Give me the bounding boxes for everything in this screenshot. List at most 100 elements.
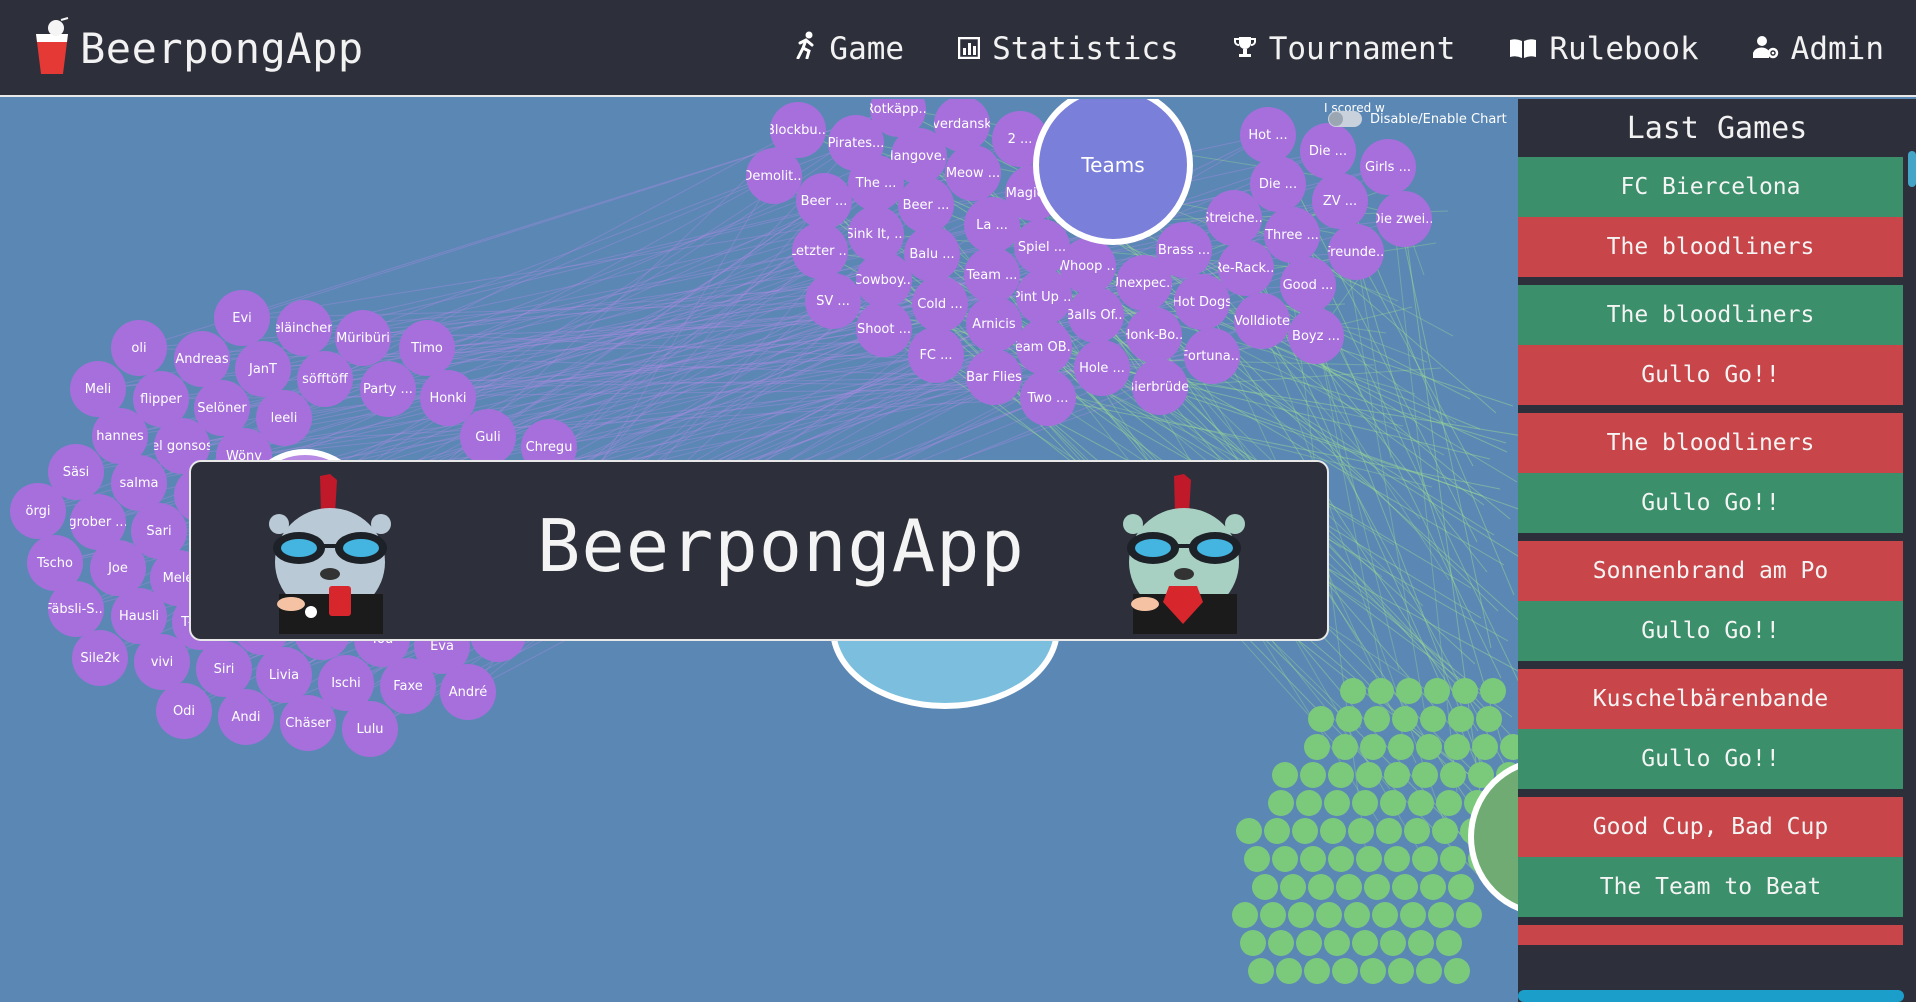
team-node[interactable]: Bierbrüder: [1132, 359, 1188, 415]
game-node[interactable]: [1324, 930, 1350, 956]
game-loser[interactable]: Sonnenbrand am Po: [1518, 541, 1903, 601]
game-entry[interactable]: The bloodliners Gullo Go!!: [1518, 285, 1903, 405]
game-node[interactable]: [1352, 790, 1378, 816]
game-node[interactable]: [1380, 790, 1406, 816]
game-node[interactable]: [1352, 930, 1378, 956]
game-node[interactable]: [1436, 930, 1462, 956]
game-node[interactable]: [1384, 762, 1410, 788]
game-node[interactable]: [1408, 930, 1434, 956]
game-node[interactable]: [1324, 790, 1350, 816]
game-node[interactable]: [1392, 874, 1418, 900]
game-node[interactable]: [1360, 734, 1386, 760]
game-node[interactable]: [1264, 818, 1290, 844]
game-node[interactable]: [1316, 902, 1342, 928]
game-node[interactable]: [1436, 790, 1462, 816]
team-node[interactable]: Die ...: [1300, 123, 1356, 179]
game-entry[interactable]: FC Biercelona The bloodliners: [1518, 157, 1903, 277]
sidebar-scroll-thumb[interactable]: [1908, 151, 1916, 187]
game-node[interactable]: [1440, 762, 1466, 788]
game-node[interactable]: [1336, 706, 1362, 732]
game-node[interactable]: [1440, 846, 1466, 872]
player-node[interactable]: Party ...: [360, 361, 416, 417]
game-node[interactable]: [1332, 734, 1358, 760]
game-node[interactable]: [1444, 958, 1470, 984]
game-entry[interactable]: [1518, 925, 1903, 945]
team-node[interactable]: Beer ...: [796, 173, 852, 229]
game-node[interactable]: [1232, 902, 1258, 928]
game-node[interactable]: [1268, 930, 1294, 956]
game-node[interactable]: [1392, 706, 1418, 732]
team-node[interactable]: Cowboy...: [856, 252, 912, 308]
game-node[interactable]: [1252, 874, 1278, 900]
game-node[interactable]: [1452, 678, 1478, 704]
game-node[interactable]: [1432, 818, 1458, 844]
chart-toggle[interactable]: Disable/Enable Chart: [1328, 111, 1507, 127]
game-node[interactable]: [1236, 818, 1262, 844]
team-node[interactable]: ZV ...: [1312, 173, 1368, 229]
game-loser[interactable]: The bloodliners: [1518, 217, 1903, 277]
player-node[interactable]: Odi: [156, 683, 212, 739]
team-node[interactable]: Honk-Bo...: [1126, 307, 1182, 363]
game-loser[interactable]: [1518, 925, 1903, 945]
game-node[interactable]: [1376, 818, 1402, 844]
team-node[interactable]: Arnicis: [966, 296, 1022, 352]
game-winner[interactable]: Gullo Go!!: [1518, 729, 1903, 789]
game-node[interactable]: [1400, 902, 1426, 928]
game-node[interactable]: [1272, 846, 1298, 872]
player-node[interactable]: vivi: [134, 634, 190, 690]
game-node[interactable]: [1356, 846, 1382, 872]
game-node[interactable]: [1276, 958, 1302, 984]
game-loser[interactable]: Good Cup, Bad Cup: [1518, 797, 1903, 857]
team-node[interactable]: Two ...: [1020, 370, 1076, 426]
game-node[interactable]: [1416, 958, 1442, 984]
player-node[interactable]: Timo: [399, 320, 455, 376]
game-node[interactable]: [1364, 706, 1390, 732]
team-node[interactable]: Fortuna...: [1184, 328, 1240, 384]
game-node[interactable]: [1296, 930, 1322, 956]
game-node[interactable]: [1420, 706, 1446, 732]
player-node[interactable]: André: [440, 664, 496, 720]
game-node[interactable]: [1300, 846, 1326, 872]
player-node[interactable]: Sile2k: [72, 630, 128, 686]
game-node[interactable]: [1416, 734, 1442, 760]
team-node[interactable]: FC ...: [908, 327, 964, 383]
team-node[interactable]: Hot Dogs: [1174, 274, 1230, 330]
game-node[interactable]: [1456, 902, 1482, 928]
nav-admin[interactable]: Admin: [1752, 31, 1884, 67]
team-node[interactable]: Bar Flies: [966, 349, 1022, 405]
game-node[interactable]: [1364, 874, 1390, 900]
team-node[interactable]: Meow ...: [945, 145, 1001, 201]
player-node[interactable]: Faxe: [380, 658, 436, 714]
player-node[interactable]: eläinchen: [276, 300, 332, 356]
brand[interactable]: BeerpongApp: [30, 10, 364, 86]
game-node[interactable]: [1372, 902, 1398, 928]
team-node[interactable]: Girls ...: [1360, 139, 1416, 195]
game-node[interactable]: [1348, 818, 1374, 844]
game-entry[interactable]: The bloodliners Gullo Go!!: [1518, 413, 1903, 533]
team-node[interactable]: Hot ...: [1240, 107, 1296, 163]
game-node[interactable]: [1360, 958, 1386, 984]
game-loser[interactable]: The bloodliners: [1518, 413, 1903, 473]
team-node[interactable]: Die zwei...: [1376, 191, 1432, 247]
team-node[interactable]: La ...: [964, 197, 1020, 253]
team-node[interactable]: Freunde...: [1328, 224, 1384, 280]
player-node[interactable]: Andreas: [174, 331, 230, 387]
player-node[interactable]: söfftöff: [297, 351, 353, 407]
player-node[interactable]: JanT: [235, 341, 291, 397]
game-node[interactable]: [1444, 734, 1470, 760]
game-node[interactable]: [1448, 874, 1474, 900]
game-node[interactable]: [1408, 790, 1434, 816]
game-node[interactable]: [1388, 958, 1414, 984]
team-node[interactable]: Shoot ...: [856, 301, 912, 357]
game-node[interactable]: [1368, 678, 1394, 704]
sidebar-scrollbar[interactable]: [1906, 149, 1916, 1002]
player-node[interactable]: Lulu: [342, 701, 398, 757]
chart-toggle-switch[interactable]: [1328, 111, 1362, 127]
game-node[interactable]: [1320, 818, 1346, 844]
game-winner[interactable]: The bloodliners: [1518, 285, 1903, 345]
game-node[interactable]: [1296, 790, 1322, 816]
game-node[interactable]: [1476, 706, 1502, 732]
player-node[interactable]: Chäser: [280, 695, 336, 751]
game-node[interactable]: [1244, 846, 1270, 872]
team-node[interactable]: Team OB...: [1016, 319, 1072, 375]
